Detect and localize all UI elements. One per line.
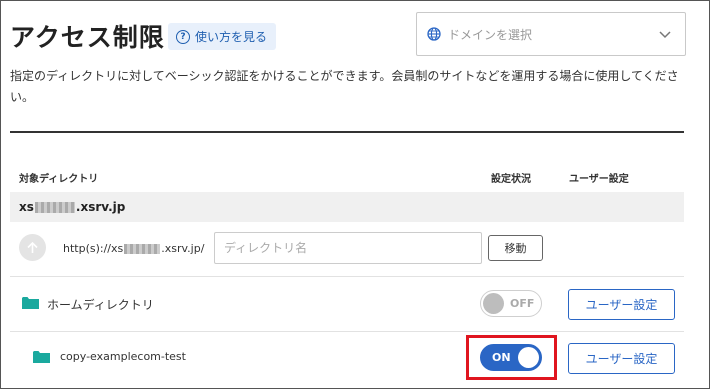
page-description: 指定のディレクトリに対してベーシック認証をかけることができます。会員制のサイトな… — [10, 69, 679, 104]
row-divider — [10, 276, 684, 277]
domain-select-placeholder: ドメインを選択 — [448, 27, 533, 42]
masked-text — [124, 244, 161, 254]
folder-icon — [33, 351, 50, 363]
path-prefix: http(s)://xs .xsrv.jp/ — [63, 242, 204, 255]
howto-button[interactable]: ? 使い方を見る — [168, 23, 277, 50]
howto-label: 使い方を見る — [195, 30, 268, 44]
toggle-label: OFF — [510, 297, 535, 310]
path-prefix-end: .xsrv.jp/ — [161, 242, 205, 255]
masked-text — [34, 201, 75, 213]
path-prefix-start: http(s)://xs — [63, 242, 124, 255]
directory-input[interactable] — [214, 232, 482, 264]
domain-row: xs .xsrv.jp — [10, 192, 684, 222]
user-settings-button[interactable]: ユーザー設定 — [568, 343, 675, 374]
folder-icon — [22, 297, 39, 309]
divider — [10, 131, 684, 133]
column-header-directory: 対象ディレクトリ — [19, 174, 99, 185]
row-divider — [10, 331, 684, 332]
domain-suffix: .xsrv.jp — [75, 200, 126, 214]
chevron-down-icon — [659, 31, 671, 39]
parent-directory-button[interactable] — [19, 234, 46, 261]
domain-prefix: xs — [19, 200, 34, 214]
arrow-up-icon — [27, 241, 38, 253]
domain-select[interactable]: ドメインを選択 — [416, 12, 686, 56]
move-button[interactable]: 移動 — [488, 235, 543, 261]
toggle-knob — [483, 293, 504, 314]
status-toggle[interactable]: OFF — [480, 290, 542, 317]
directory-name[interactable]: ホームディレクトリ — [47, 296, 154, 313]
page-title: アクセス制限 — [10, 23, 165, 52]
directory-name[interactable]: copy-examplecom-test — [60, 350, 186, 363]
highlight-box — [466, 335, 557, 380]
globe-icon — [427, 27, 441, 41]
user-settings-button[interactable]: ユーザー設定 — [568, 289, 675, 320]
help-icon: ? — [176, 29, 190, 44]
column-header-user: ユーザー設定 — [569, 174, 629, 185]
column-header-status: 設定状況 — [491, 174, 531, 185]
